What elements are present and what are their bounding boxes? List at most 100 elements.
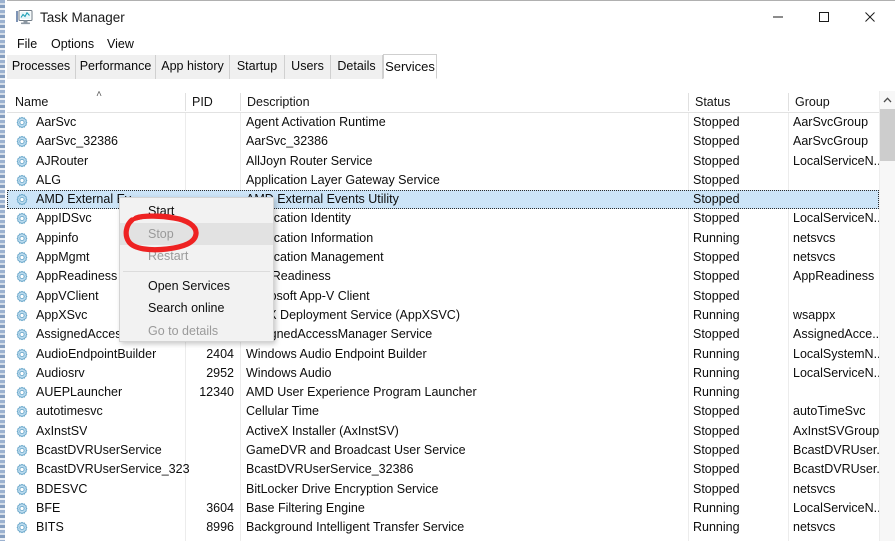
table-row[interactable]: AarSvc_32386 AarSvc_32386 Stopped AarSvcGro… xyxy=(7,132,879,151)
table-row[interactable]: AUEPLauncher 12340 AMD User Experience Pro… xyxy=(7,383,879,402)
service-gear-icon xyxy=(15,193,29,207)
column-header-status[interactable]: Status xyxy=(688,91,730,113)
tab-startup[interactable]: Startup xyxy=(230,55,285,79)
tab-performance[interactable]: Performance xyxy=(76,55,156,79)
column-header-name[interactable]: Name xyxy=(8,91,48,113)
cell-group xyxy=(793,171,879,190)
service-gear-icon xyxy=(15,502,29,516)
cell-status: Running xyxy=(693,385,740,400)
column-header-group[interactable]: Group xyxy=(788,91,830,113)
context-menu-item-go-to-details: Go to details xyxy=(148,323,219,338)
cell-service-name: BDESVC xyxy=(15,480,87,499)
service-gear-icon xyxy=(15,386,29,400)
service-gear-icon xyxy=(15,270,29,284)
service-context-menu[interactable]: Start Stop Restart Open Services Search onli… xyxy=(119,197,274,342)
table-row[interactable]: BcastDVRUserService_32386 BcastDVRUserSer… xyxy=(7,460,879,479)
menu-options[interactable]: Options xyxy=(44,35,101,53)
cell-service-name: AppMgmt xyxy=(15,248,90,267)
table-row[interactable]: BITS 8996 Background Intelligent Transfer … xyxy=(7,518,879,537)
context-menu-item-search-online[interactable]: Search online xyxy=(120,297,273,320)
table-row[interactable]: ALG Application Layer Gateway Service Stop… xyxy=(7,171,879,190)
context-menu-item-open-services[interactable]: Open Services xyxy=(120,275,273,298)
header-divider xyxy=(185,93,186,111)
cell-description: Application Information xyxy=(246,230,374,245)
column-header-description[interactable]: Description xyxy=(240,91,310,113)
context-menu-separator xyxy=(123,270,270,272)
cell-description: AppX Deployment Service (AppXSVC) xyxy=(246,307,460,322)
cell-description: AMD User Experience Program Launcher xyxy=(246,385,477,400)
cell-group: AxInstSVGroup xyxy=(793,423,879,438)
service-gear-icon xyxy=(15,483,29,497)
table-row[interactable]: AxInstSV ActiveX Installer (AxInstSV) Stop… xyxy=(7,422,879,441)
tab-processes[interactable]: Processes xyxy=(7,55,76,79)
cell-service-name: ALG xyxy=(15,171,61,190)
cell-status: Stopped xyxy=(693,192,740,207)
context-menu-item-start[interactable]: Start xyxy=(120,200,273,223)
cell-description: BitLocker Drive Encryption Service xyxy=(246,481,439,496)
maximize-button[interactable] xyxy=(801,1,847,32)
cell-status: Stopped xyxy=(693,269,740,284)
cell-status: Stopped xyxy=(693,115,740,129)
cell-service-name: BluetoothUserService xyxy=(15,538,157,541)
service-gear-icon xyxy=(15,309,29,323)
cell-group: netsvcs xyxy=(793,250,836,265)
table-row[interactable]: AudioEndpointBuilder 2404 Windows Audio En… xyxy=(7,345,879,364)
cell-status: Stopped xyxy=(693,538,783,541)
cell-service-name: AUEPLauncher xyxy=(15,383,122,402)
table-row[interactable]: autotimesvc Cellular Time Stopped autoTimeS… xyxy=(7,402,879,421)
tab-strip-filler xyxy=(375,55,895,79)
column-header-pid[interactable]: PID xyxy=(185,91,213,113)
minimize-button[interactable] xyxy=(755,1,801,32)
cell-service-name: BITS xyxy=(15,518,64,537)
cell-group xyxy=(793,190,879,209)
table-row[interactable]: BcastDVRUserService GameDVR and Broadcast… xyxy=(7,441,879,460)
cell-group: BcastDVRUser... xyxy=(793,443,879,458)
tab-users[interactable]: Users xyxy=(285,55,331,79)
table-row[interactable]: BFE 3604 Base Filtering Engine Running Local… xyxy=(7,499,879,518)
cell-service-name: Audiosrv xyxy=(15,364,85,383)
cell-description: Application Management xyxy=(246,250,384,265)
cell-status: Running xyxy=(693,365,740,380)
cell-service-name: BFE xyxy=(15,499,60,518)
close-button[interactable] xyxy=(847,1,893,32)
cell-status: Stopped xyxy=(693,134,740,149)
tab-details[interactable]: Details xyxy=(331,55,383,79)
cell-description: AMD External Events Utility xyxy=(246,192,399,207)
cell-pid: 12340 xyxy=(199,385,234,400)
scroll-up-button[interactable] xyxy=(880,91,895,108)
cell-service-name: Appinfo xyxy=(15,229,78,248)
cell-group: AssignedAcce... xyxy=(793,327,879,342)
cell-description: Cellular Time xyxy=(246,404,319,419)
tab-app-history[interactable]: App history xyxy=(156,55,230,79)
header-divider xyxy=(788,93,789,111)
cell-service-name: AppXSvc xyxy=(15,306,87,325)
cell-group: netsvcs xyxy=(793,481,836,496)
scrollbar-thumb[interactable] xyxy=(880,109,895,161)
cell-group: AarSvcGroup xyxy=(793,115,869,129)
cell-status: Running xyxy=(693,346,740,361)
service-gear-icon xyxy=(15,155,29,169)
tab-services[interactable]: Services xyxy=(383,54,437,79)
cell-service-name: AudioEndpointBuilder xyxy=(15,345,156,364)
cell-status: Stopped xyxy=(693,462,740,477)
cell-description: Application Layer Gateway Service xyxy=(246,172,440,187)
service-gear-icon xyxy=(15,405,29,419)
table-row[interactable]: Audiosrv 2952 Windows Audio Running LocalSer… xyxy=(7,364,879,383)
cell-group xyxy=(793,287,879,306)
chevron-up-icon xyxy=(883,96,892,102)
cell-group: BcastDVRUser... xyxy=(793,462,879,477)
menu-bar: File Options View xyxy=(7,33,895,55)
menu-file[interactable]: File xyxy=(10,35,44,53)
table-row[interactable]: BDESVC BitLocker Drive Encryption Service… xyxy=(7,480,879,499)
menu-view[interactable]: View xyxy=(100,35,141,53)
maximize-icon xyxy=(819,11,829,22)
title-bar: Task Manager xyxy=(7,0,895,33)
cell-pid xyxy=(190,422,234,441)
table-row[interactable]: AJRouter AllJoyn Router Service Stopped Loc… xyxy=(7,152,879,171)
vertical-scrollbar[interactable] xyxy=(879,91,895,541)
header-divider xyxy=(688,93,689,111)
cell-description: GameDVR and Broadcast User Service xyxy=(246,443,466,458)
task-manager-icon xyxy=(16,9,34,26)
table-row[interactable]: BluetoothUserService Bluetooth User Suppo… xyxy=(7,538,879,541)
table-row[interactable]: AarSvc Agent Activation Runtime Stopped Aar… xyxy=(7,113,879,132)
